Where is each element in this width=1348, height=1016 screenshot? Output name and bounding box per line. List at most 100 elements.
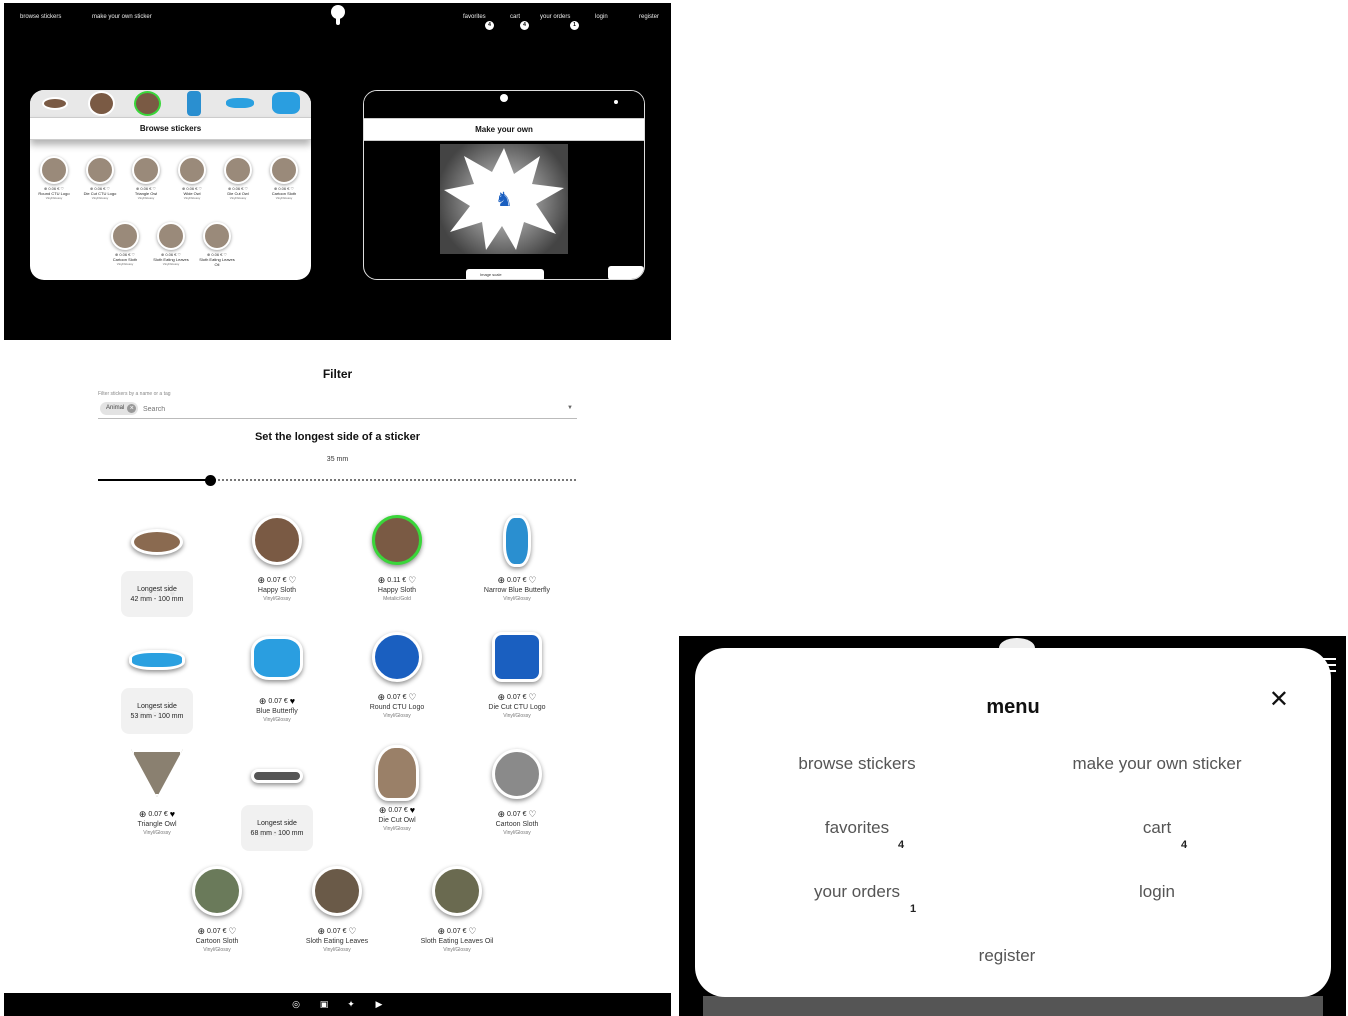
favorite-heart-icon[interactable]: ♡	[468, 926, 476, 936]
browse-stickers-card[interactable]: Browse stickers ⊕ 0.06 € ♡ Round CTU Logo…	[30, 90, 311, 280]
add-to-cart-icon[interactable]: ⊕	[258, 575, 266, 585]
mini-sticker-card[interactable]: ⊕ 0.06 € ♡ Sloth Eating Leaves Oil	[197, 222, 237, 267]
tag-chip-animal[interactable]: Animal ×	[100, 402, 139, 415]
add-to-cart-icon[interactable]: ⊕	[379, 805, 387, 815]
favorite-heart-icon[interactable]: ♡	[528, 809, 536, 819]
sticker-image[interactable]	[129, 650, 185, 670]
sticker-image[interactable]	[375, 745, 419, 801]
mini-sticker-card[interactable]: ⊕ 0.06 € ♡ Round CTU Logo Vinyl/Glossy	[34, 156, 74, 200]
sticker-image[interactable]	[372, 632, 422, 682]
sticker-card[interactable]: ⊕ 0.07 € ♡ Cartoon Sloth Vinyl/Glossy	[457, 749, 577, 836]
sticker-image[interactable]	[251, 636, 303, 680]
add-to-cart-icon[interactable]: ⊕	[498, 692, 506, 702]
sticker-card[interactable]: ⊕ 0.07 € ♡ Round CTU Logo Vinyl/Glossy	[337, 632, 457, 719]
sticker-card[interactable]: ⊕ 0.11 € ♡ Happy Sloth Metalic/Gold	[337, 515, 457, 602]
sticker-image[interactable]	[372, 515, 422, 565]
mini-sticker-card[interactable]: ⊕ 0.06 € ♡ Die Cut CTU Logo Vinyl/Glossy	[80, 156, 120, 200]
discord-icon[interactable]: ▣	[319, 999, 329, 1009]
favorite-heart-icon[interactable]: ♡	[528, 575, 536, 585]
favorite-heart-icon[interactable]: ♥	[410, 805, 415, 815]
mini-sticker-card[interactable]: ⊕ 0.06 € ♡ Triangle Owl Vinyl/Glossy	[126, 156, 166, 200]
favorite-heart-icon[interactable]: ♡	[408, 692, 416, 702]
editor-toolbar[interactable]: Image scale	[466, 269, 544, 279]
add-to-cart-icon[interactable]: ⊕	[378, 575, 386, 585]
add-to-cart-icon[interactable]: ⊕	[139, 809, 147, 819]
menu-item-browse-stickers[interactable]: browse stickers	[707, 754, 1007, 774]
sticker-image[interactable]	[503, 515, 531, 567]
editor-amount-box[interactable]	[608, 266, 644, 279]
sticker-card[interactable]: ⊕ 0.07 € ♡ Sloth Eating Leaves Oil Vinyl/G…	[397, 866, 517, 953]
sticker-card[interactable]: ⊕ 0.07 € ♥ Blue Butterfly Vinyl/Glossy	[217, 632, 337, 723]
add-to-cart-icon[interactable]: ⊕	[498, 809, 506, 819]
sticker-material: Vinyl/Glossy	[503, 830, 531, 836]
nav-register[interactable]: register	[639, 14, 659, 20]
sticker-image[interactable]	[252, 515, 302, 565]
favorite-heart-icon[interactable]: ♡	[288, 575, 296, 585]
instagram-icon[interactable]: ◎	[291, 999, 301, 1009]
nav-browse-stickers[interactable]: browse stickers	[20, 14, 61, 20]
sticker-image[interactable]	[131, 749, 183, 797]
sticker-card[interactable]: ⊕ 0.07 € ♡ Happy Sloth Vinyl/Glossy	[217, 515, 337, 602]
add-to-cart-icon[interactable]: ⊕	[198, 926, 206, 936]
nav-favorites[interactable]: favorites	[463, 14, 486, 20]
sticker-image[interactable]	[492, 749, 542, 799]
nav-make-your-own[interactable]: make your own sticker	[92, 14, 152, 20]
sticker-image[interactable]	[131, 529, 183, 555]
menu-cart-badge: 4	[1181, 839, 1188, 851]
mini-sticker-card[interactable]: ⊕ 0.06 € ♡ Sloth Eating Leaves Vinyl/Gloss…	[151, 222, 191, 266]
site-logo[interactable]	[331, 5, 345, 25]
mini-sticker-material: Vinyl/Glossy	[137, 196, 155, 200]
sticker-card[interactable]: ⊕ 0.07 € ♡Longest side68 mm - 100 mm	[217, 749, 337, 851]
menu-item-your-orders[interactable]: your orders	[707, 882, 1007, 902]
sticker-image[interactable]	[432, 866, 482, 916]
longest-side-slider-thumb[interactable]	[205, 475, 216, 486]
chip-remove-icon[interactable]: ×	[127, 404, 137, 413]
favorite-heart-icon[interactable]: ♡	[228, 926, 236, 936]
filter-field[interactable]: Animal× ▼	[98, 400, 577, 419]
sticker-card[interactable]: ⊕ 0.07 € ♡Longest side53 mm - 100 mm	[97, 632, 217, 734]
favorite-heart-icon[interactable]: ♥	[290, 696, 295, 706]
add-to-cart-icon[interactable]: ⊕	[378, 692, 386, 702]
add-to-cart-icon[interactable]: ⊕	[438, 926, 446, 936]
menu-item-make-your-own[interactable]: make your own sticker	[1007, 754, 1307, 774]
sticker-card[interactable]: ⊕ 0.07 € ♥ Die Cut Owl Vinyl/Glossy	[337, 745, 457, 832]
add-to-cart-icon[interactable]: ⊕	[318, 926, 326, 936]
menu-item-login[interactable]: login	[1007, 882, 1307, 902]
sticker-card[interactable]: ⊕ 0.07 € ♡ Die Cut CTU Logo Vinyl/Glossy	[457, 632, 577, 719]
mini-sticker-card[interactable]: ⊕ 0.06 € ♡ Cartoon Sloth Vinyl/Glossy	[105, 222, 145, 266]
youtube-icon[interactable]: ▶	[374, 999, 384, 1009]
add-to-cart-icon[interactable]: ⊕	[259, 696, 267, 706]
nav-cart[interactable]: cart	[510, 14, 520, 20]
favorite-heart-icon[interactable]: ♡	[528, 692, 536, 702]
dropdown-arrow-icon[interactable]: ▼	[567, 405, 573, 411]
sticker-price-row: ⊕ 0.07 € ♡	[397, 926, 517, 936]
sticker-image[interactable]	[312, 866, 362, 916]
sticker-image[interactable]	[192, 866, 242, 916]
menu-item-register[interactable]: register	[857, 946, 1157, 966]
sticker-card[interactable]: ⊕ 0.07 € ♡ Narrow Blue Butterfly Vinyl/Glo…	[457, 515, 577, 602]
mini-sticker-card[interactable]: ⊕ 0.06 € ♡ Wide Owl Vinyl/Glossy	[172, 156, 212, 200]
close-icon[interactable]: ✕	[1269, 688, 1289, 712]
menu-orders-badge: 1	[910, 903, 917, 915]
favorite-heart-icon[interactable]: ♡	[408, 575, 416, 585]
twitter-icon[interactable]: ✦	[346, 999, 356, 1009]
favorite-heart-icon[interactable]: ♥	[170, 809, 175, 819]
add-to-cart-icon[interactable]: ⊕	[498, 575, 506, 585]
menu-item-favorites[interactable]: favorites	[707, 818, 1007, 838]
longest-side-tooltip: Longest side 42 mm - 100 mm	[121, 571, 193, 617]
favorite-heart-icon[interactable]: ♡	[348, 926, 356, 936]
nav-login[interactable]: login	[595, 14, 608, 20]
sticker-image[interactable]	[492, 632, 542, 682]
sticker-card[interactable]: ⊕ 0.07 € ♡ Cartoon Sloth Vinyl/Glossy	[157, 866, 277, 953]
mini-sticker-card[interactable]: ⊕ 0.06 € ♡ Cartoon Sloth Vinyl/Glossy	[264, 156, 304, 200]
editor-canvas[interactable]: ♞	[440, 144, 568, 254]
sticker-card[interactable]: ⊕ 0.07 € ♥Longest side42 mm - 100 mm	[97, 515, 217, 617]
menu-item-cart[interactable]: cart	[1007, 818, 1307, 838]
sticker-card[interactable]: ⊕ 0.07 € ♥ Triangle Owl Vinyl/Glossy	[97, 749, 217, 836]
sticker-card[interactable]: ⊕ 0.07 € ♡ Sloth Eating Leaves Vinyl/Gloss…	[277, 866, 397, 953]
mini-sticker-card[interactable]: ⊕ 0.06 € ♡ Die Cut Owl Vinyl/Glossy	[218, 156, 258, 200]
sticker-image[interactable]	[251, 769, 303, 783]
nav-your-orders[interactable]: your orders	[540, 14, 570, 20]
make-your-own-card[interactable]: Make your own ♞ Image scale	[363, 90, 645, 280]
search-input[interactable]	[143, 403, 523, 415]
